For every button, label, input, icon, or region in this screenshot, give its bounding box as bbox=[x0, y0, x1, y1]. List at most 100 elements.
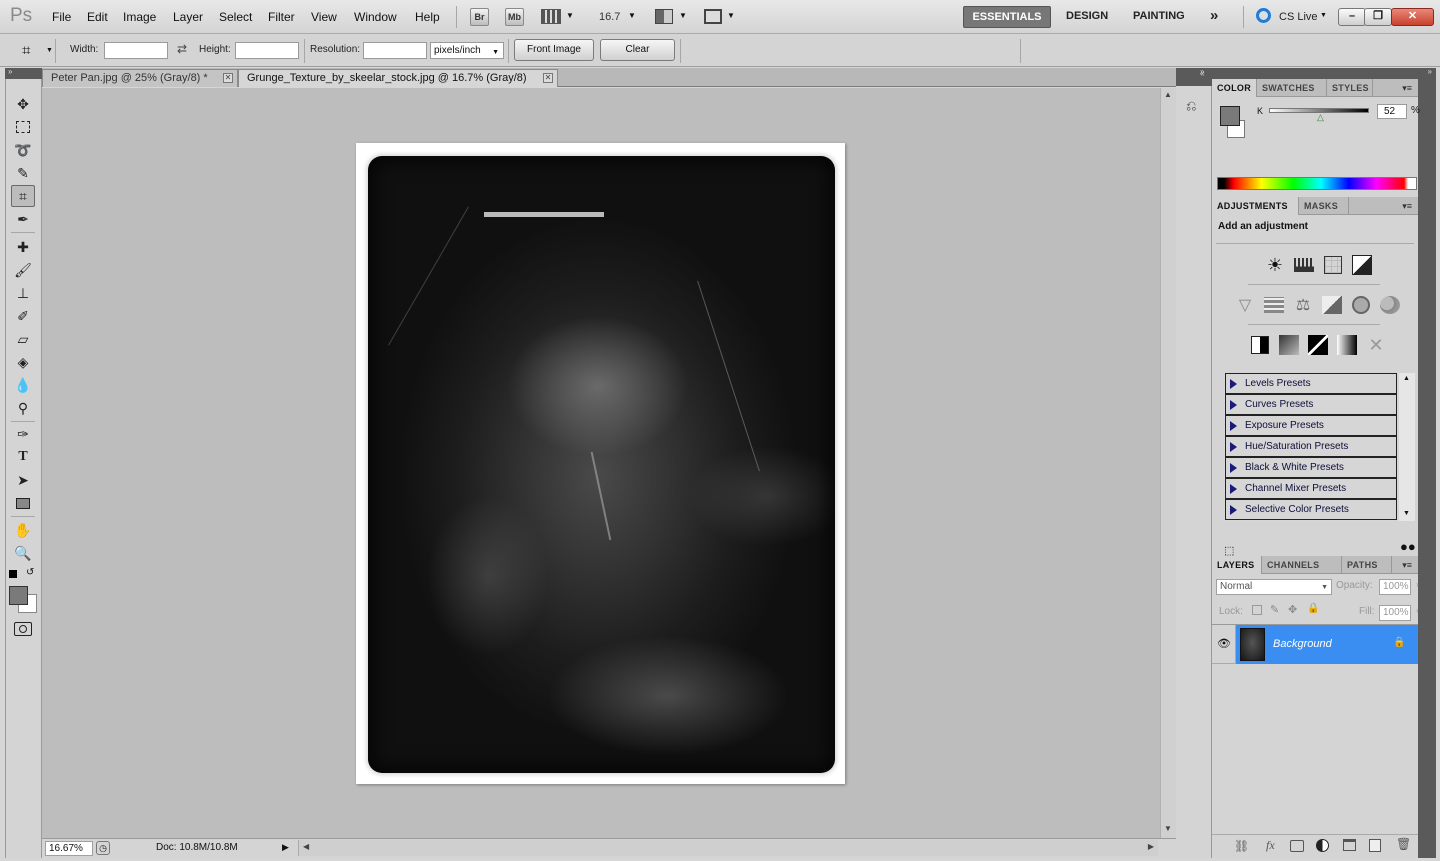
photo-filter-icon[interactable] bbox=[1349, 293, 1373, 317]
foreground-color-swatch[interactable] bbox=[9, 586, 28, 605]
blur-tool-icon[interactable]: 💧 bbox=[11, 374, 35, 396]
fx-icon[interactable]: fx bbox=[1266, 838, 1275, 853]
history-panel-icon[interactable]: ⎌ bbox=[1186, 98, 1202, 114]
tab-channels[interactable]: CHANNELS bbox=[1262, 556, 1342, 574]
new-adjustment-layer-icon[interactable] bbox=[1316, 839, 1329, 852]
workspace-design[interactable]: DESIGN bbox=[1066, 10, 1108, 22]
more-workspaces-icon[interactable]: » bbox=[1210, 7, 1218, 24]
preset-channel-mixer[interactable]: Channel Mixer Presets bbox=[1225, 478, 1397, 499]
horizontal-scrollbar[interactable]: ◀ ▶ bbox=[298, 840, 1158, 856]
zoom-select[interactable]: 16.7 bbox=[599, 11, 620, 23]
color-balance-icon[interactable]: ⚖ bbox=[1291, 293, 1315, 317]
cs-live-menu[interactable]: CS Live bbox=[1279, 11, 1318, 23]
tab-paths[interactable]: PATHS bbox=[1342, 556, 1392, 574]
preset-exposure[interactable]: Exposure Presets bbox=[1225, 415, 1397, 436]
channel-mixer-icon[interactable] bbox=[1378, 293, 1402, 317]
lasso-tool-icon[interactable]: ➰ bbox=[11, 139, 35, 161]
menu-filter[interactable]: Filter bbox=[268, 10, 295, 24]
scroll-up-icon[interactable]: ▲ bbox=[1164, 90, 1172, 99]
quick-mask-icon[interactable] bbox=[14, 622, 32, 636]
new-group-icon[interactable] bbox=[1343, 839, 1356, 851]
zoom-level-input[interactable]: 16.67% bbox=[45, 841, 93, 856]
type-tool-icon[interactable]: T bbox=[11, 446, 35, 468]
preset-hue-saturation[interactable]: Hue/Saturation Presets bbox=[1225, 436, 1397, 457]
restore-button[interactable]: ❐ bbox=[1364, 8, 1392, 26]
chevron-down-icon[interactable]: ▼ bbox=[727, 11, 735, 20]
menu-window[interactable]: Window bbox=[354, 10, 397, 24]
close-icon[interactable]: ✕ bbox=[543, 73, 553, 83]
scroll-down-icon[interactable]: ▼ bbox=[1403, 510, 1410, 517]
eyedropper-tool-icon[interactable]: ✒ bbox=[11, 208, 35, 230]
tab-peter-pan[interactable]: Peter Pan.jpg @ 25% (Gray/8) * ✕ bbox=[42, 69, 238, 87]
layer-selection[interactable]: Background 🔒 bbox=[1236, 625, 1418, 664]
resolution-input[interactable] bbox=[363, 42, 427, 59]
crop-tool-icon[interactable]: ⌗ bbox=[11, 185, 35, 207]
pen-tool-icon[interactable]: ✑ bbox=[11, 423, 35, 445]
preset-selective-color[interactable]: Selective Color Presets bbox=[1225, 499, 1397, 520]
tab-layers[interactable]: LAYERS bbox=[1212, 556, 1262, 574]
screen-mode-icon[interactable] bbox=[704, 9, 722, 24]
menu-view[interactable]: View bbox=[311, 10, 337, 24]
workspace-essentials[interactable]: ESSENTIALS bbox=[963, 6, 1051, 28]
lock-image-icon[interactable]: ✎ bbox=[1270, 603, 1279, 616]
cs-live-icon[interactable] bbox=[1256, 8, 1271, 23]
panel-menu-icon[interactable]: ▾≡ bbox=[1402, 83, 1412, 94]
tool-preset-picker[interactable]: ⌗ ▼ bbox=[6, 39, 56, 63]
history-brush-tool-icon[interactable]: ✐ bbox=[11, 305, 35, 327]
healing-brush-tool-icon[interactable]: ✚ bbox=[11, 236, 35, 258]
opacity-input[interactable]: 100% bbox=[1379, 579, 1411, 595]
gradient-map-icon[interactable] bbox=[1335, 333, 1359, 357]
workspace-painting[interactable]: PAINTING bbox=[1133, 10, 1185, 22]
hue-saturation-icon[interactable] bbox=[1262, 293, 1286, 317]
zoom-tool-icon[interactable]: 🔍 bbox=[11, 542, 35, 564]
vertical-scrollbar[interactable]: ▲ ▼ bbox=[1160, 88, 1176, 838]
swap-dimensions-icon[interactable]: ⇄ bbox=[177, 42, 187, 56]
threshold-icon[interactable] bbox=[1306, 333, 1330, 357]
layer-row[interactable]: 👁 Background 🔒 bbox=[1212, 625, 1418, 664]
close-button[interactable]: ✕ bbox=[1391, 8, 1434, 26]
bridge-button[interactable]: Br bbox=[470, 8, 489, 26]
lock-position-icon[interactable]: ✥ bbox=[1288, 603, 1297, 616]
fill-arrow-icon[interactable]: › bbox=[1416, 606, 1419, 615]
panel-menu-icon[interactable]: ▾≡ bbox=[1402, 201, 1412, 212]
eraser-tool-icon[interactable]: ▱ bbox=[11, 328, 35, 350]
menu-file[interactable]: File bbox=[52, 10, 71, 24]
clone-stamp-tool-icon[interactable]: ⊥ bbox=[11, 282, 35, 304]
link-layers-icon[interactable]: ⛓ bbox=[1234, 839, 1249, 853]
minimize-button[interactable]: – bbox=[1338, 8, 1366, 26]
move-tool-icon[interactable]: ✥ bbox=[11, 93, 35, 115]
chevron-down-icon[interactable]: ▼ bbox=[1320, 12, 1327, 19]
height-input[interactable] bbox=[235, 42, 299, 59]
path-selection-tool-icon[interactable]: ➤ bbox=[11, 469, 35, 491]
fill-input[interactable]: 100% bbox=[1379, 605, 1411, 621]
blend-mode-select[interactable]: Normal ▼ bbox=[1216, 579, 1332, 595]
front-image-button[interactable]: Front Image bbox=[514, 39, 594, 61]
chevron-down-icon[interactable]: ▼ bbox=[566, 11, 574, 20]
black-white-icon[interactable] bbox=[1320, 293, 1344, 317]
tab-adjustments[interactable]: ADJUSTMENTS bbox=[1212, 197, 1299, 215]
layer-visibility-toggle[interactable]: 👁 bbox=[1212, 625, 1236, 664]
layer-name[interactable]: Background bbox=[1273, 638, 1332, 650]
scroll-right-icon[interactable]: ▶ bbox=[1148, 842, 1154, 851]
trash-icon[interactable]: 🗑 bbox=[1396, 837, 1411, 851]
arrange-documents-icon[interactable] bbox=[655, 9, 673, 24]
preset-black-white[interactable]: Black & White Presets bbox=[1225, 457, 1397, 478]
dodge-tool-icon[interactable]: ⚲ bbox=[11, 397, 35, 419]
levels-icon[interactable] bbox=[1292, 253, 1316, 277]
shape-tool-icon[interactable] bbox=[11, 492, 35, 514]
width-input[interactable] bbox=[104, 42, 168, 59]
menu-layer[interactable]: Layer bbox=[173, 10, 203, 24]
paint-bucket-tool-icon[interactable]: ◈ bbox=[11, 351, 35, 373]
resolution-unit-select[interactable]: pixels/inch ▼ bbox=[430, 42, 504, 59]
menu-edit[interactable]: Edit bbox=[87, 10, 108, 24]
invert-icon[interactable] bbox=[1248, 333, 1272, 357]
menu-image[interactable]: Image bbox=[123, 10, 156, 24]
posterize-icon[interactable] bbox=[1277, 333, 1301, 357]
menu-help[interactable]: Help bbox=[415, 10, 440, 24]
foreground-color-swatch[interactable] bbox=[1220, 106, 1240, 126]
tools-panel-header[interactable]: » bbox=[5, 67, 42, 79]
tab-styles[interactable]: STYLES bbox=[1327, 79, 1373, 97]
scroll-up-icon[interactable]: ▲ bbox=[1403, 375, 1410, 382]
preset-curves[interactable]: Curves Presets bbox=[1225, 394, 1397, 415]
quick-selection-tool-icon[interactable]: ✎ bbox=[11, 162, 35, 184]
